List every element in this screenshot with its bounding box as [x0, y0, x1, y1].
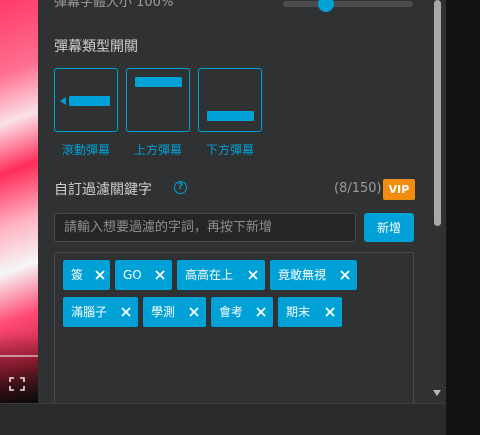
close-icon[interactable]: [120, 306, 132, 318]
keyword-tag-label: 期末: [286, 305, 311, 319]
font-size-slider[interactable]: [283, 0, 413, 12]
close-icon[interactable]: [339, 269, 351, 281]
keyword-tag: 會考: [211, 297, 273, 327]
keyword-tag: 學測: [143, 297, 206, 327]
keyword-tag: 簽: [63, 260, 110, 290]
close-icon[interactable]: [188, 306, 200, 318]
keyword-tag: 高高在上: [177, 260, 265, 290]
keyword-tag: GO: [115, 260, 172, 290]
close-icon[interactable]: [255, 306, 267, 318]
keyword-tag: 滿腦子: [63, 297, 138, 327]
close-icon[interactable]: [247, 269, 259, 281]
keyword-tag: 竟敢無視: [270, 260, 357, 290]
video-progress-line[interactable]: [0, 355, 38, 357]
font-size-slider-knob[interactable]: [318, 0, 335, 12]
keyword-tag-label: 高高在上: [185, 268, 234, 282]
bottom-danmaku-icon: [207, 111, 254, 121]
bottom-danmaku-label: 下方彈幕: [205, 143, 254, 157]
keyword-tag-label: GO: [123, 268, 142, 282]
danmaku-settings-panel: 彈幕字體大小 100% 彈幕類型開關 滾動彈幕 上方彈幕 下方彈幕 自訂過濾關鍵…: [38, 0, 430, 403]
keyword-tag-label: 學測: [151, 305, 176, 319]
scroll-danmaku-label: 滾動彈幕: [61, 143, 110, 157]
keyword-counter: (8/150): [334, 181, 382, 196]
toggle-bottom-danmaku[interactable]: [198, 68, 262, 132]
scroll-down-icon[interactable]: [433, 390, 441, 396]
keyword-tag-label: 滿腦子: [71, 305, 108, 319]
fullscreen-icon[interactable]: [9, 377, 25, 391]
player-bottom-bar: [0, 403, 446, 435]
toggle-scroll-danmaku[interactable]: [54, 68, 118, 132]
close-icon[interactable]: [154, 269, 166, 281]
keyword-tag-label: 簽: [71, 268, 84, 282]
scroll-danmaku-icon: [69, 96, 110, 106]
keyword-tag-label: 竟敢無視: [278, 268, 327, 282]
keyword-input[interactable]: [54, 213, 356, 242]
font-size-label: 彈幕字體大小 100%: [54, 0, 174, 10]
keyword-tag-label: 會考: [219, 305, 244, 319]
danmaku-type-title: 彈幕類型開關: [54, 39, 138, 55]
toggle-top-danmaku[interactable]: [126, 68, 190, 132]
keyword-list: 簽 GO 高高在上 竟敢無視 滿腦子 學測 會考 期末: [54, 252, 414, 403]
close-icon[interactable]: [94, 269, 106, 281]
vip-badge[interactable]: VIP: [383, 179, 415, 200]
page-background: [446, 0, 480, 435]
keyword-tag: 期末: [278, 297, 342, 327]
question-circle-icon[interactable]: ?: [174, 181, 187, 194]
panel-scrollbar-thumb[interactable]: [434, 0, 441, 226]
video-preview: [0, 0, 38, 403]
keyword-filter-title: 自訂過濾關鍵字: [54, 182, 152, 198]
close-icon[interactable]: [324, 306, 336, 318]
top-danmaku-label: 上方彈幕: [133, 143, 182, 157]
arrow-left-icon: [60, 97, 66, 105]
add-keyword-button[interactable]: 新增: [364, 213, 414, 242]
top-danmaku-icon: [135, 77, 182, 87]
